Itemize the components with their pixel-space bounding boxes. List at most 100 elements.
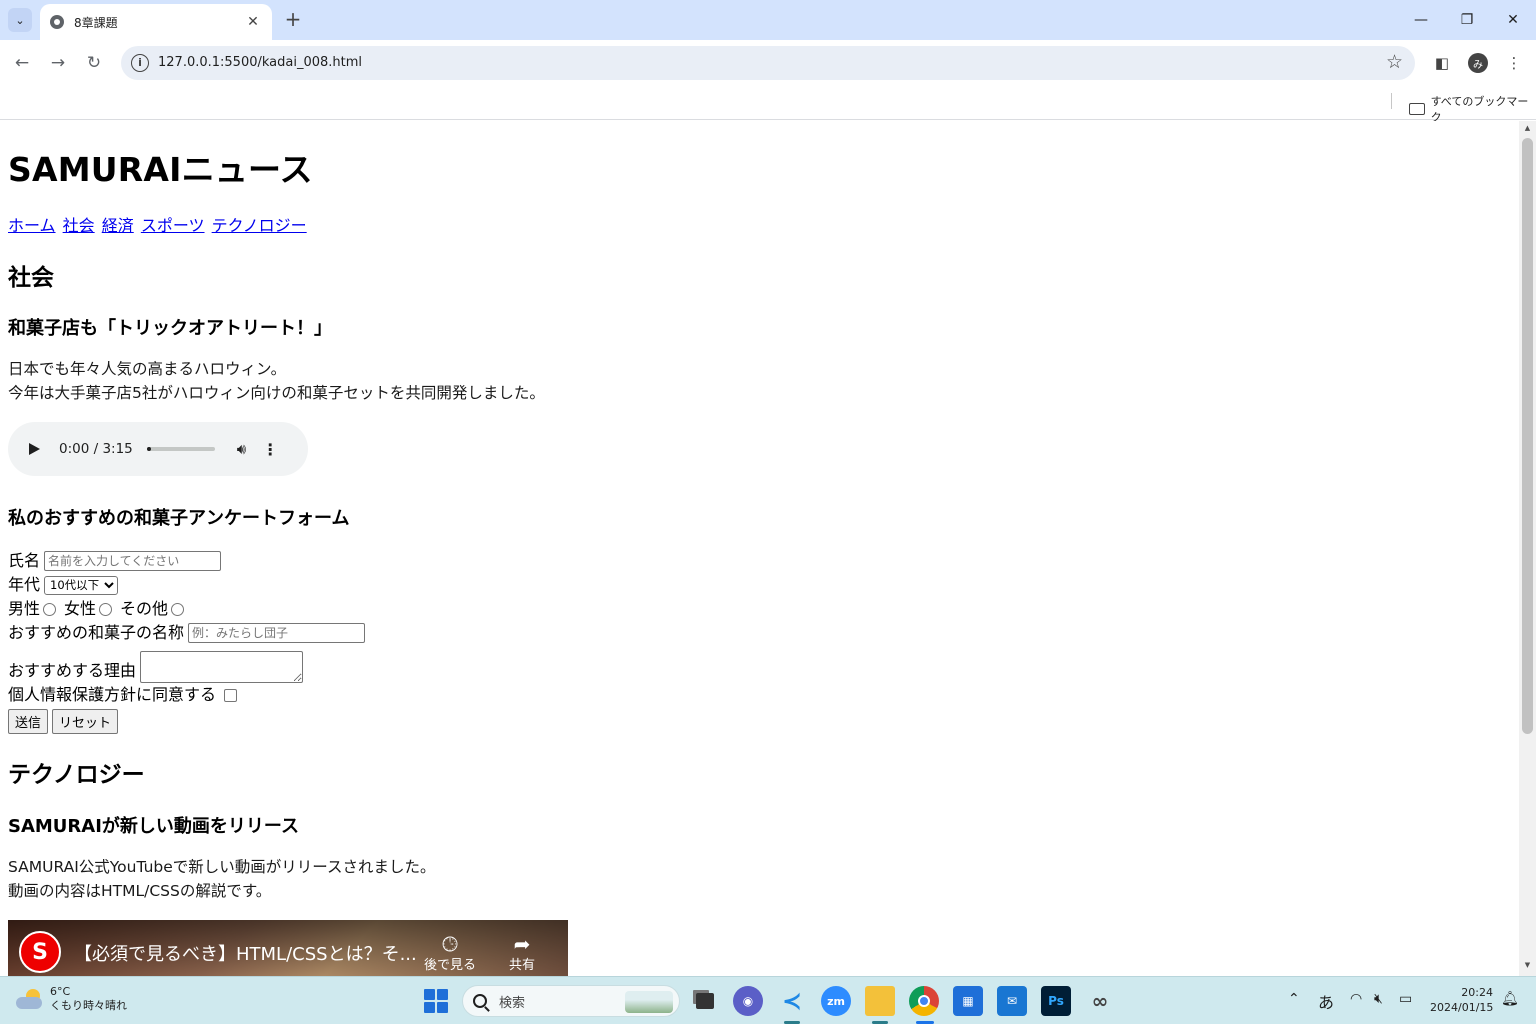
- folder-icon: [1409, 103, 1425, 115]
- chrome-icon[interactable]: [909, 986, 939, 1016]
- share-arrow-icon: ➦: [513, 932, 531, 956]
- weather-widget[interactable]: 6°C くもり時々晴れ: [16, 985, 127, 1013]
- battery-icon[interactable]: ▭: [1399, 991, 1412, 1007]
- restore-icon[interactable]: ❐: [1444, 0, 1490, 40]
- wagashi-label: おすすめの和菓子の名称: [8, 623, 185, 642]
- zoom-icon[interactable]: zm: [821, 986, 851, 1016]
- profile-avatar[interactable]: み: [1466, 51, 1490, 75]
- society-body-line1: 日本でも年々人気の高まるハロウィン。: [8, 360, 287, 378]
- side-panel-icon[interactable]: ◧: [1430, 51, 1454, 75]
- notification-bell-icon[interactable]: 🔔︎: [1501, 991, 1519, 1007]
- speaker-muted-icon[interactable]: 🔇︎: [1374, 991, 1383, 1007]
- watch-later-button[interactable]: 🕒︎ 後で見る: [420, 932, 480, 973]
- play-icon[interactable]: [29, 443, 40, 455]
- taskbar-search-label: 検索: [499, 995, 526, 1011]
- gender-row: 男性 女性 その他: [8, 597, 365, 621]
- url-text[interactable]: 127.0.0.1:5500/kadai_008.html: [158, 55, 362, 70]
- address-bar[interactable]: i 127.0.0.1:5500/kadai_008.html ☆: [121, 46, 1415, 80]
- form-title: 私のおすすめの和菓子アンケートフォーム: [8, 508, 350, 529]
- globe-icon: [50, 15, 64, 29]
- taskbar-search[interactable]: 検索: [462, 985, 680, 1017]
- channel-logo-icon[interactable]: S: [19, 931, 61, 973]
- weather-text: 6°C くもり時々晴れ: [50, 985, 127, 1013]
- forward-icon[interactable]: →: [46, 51, 70, 75]
- gender-male-label: 男性: [8, 599, 41, 618]
- clock-icon: 🕒︎: [442, 932, 458, 956]
- page-scrollbar[interactable]: ▲ ▼: [1519, 121, 1536, 976]
- reason-textarea[interactable]: [140, 651, 304, 683]
- reload-icon[interactable]: ↻: [82, 51, 106, 75]
- survey-form: 氏名 年代 10代以下 男性 女性 その他 おすすめの和菓子の名称 おすすめする…: [8, 549, 366, 734]
- photoshop-icon[interactable]: Ps: [1041, 986, 1071, 1016]
- wifi-icon[interactable]: ◠: [1350, 991, 1362, 1007]
- show-hidden-icons-chevron-icon[interactable]: ⌃: [1288, 991, 1300, 1007]
- start-button[interactable]: [424, 989, 448, 1013]
- privacy-label: 個人情報保護方針に同意する: [8, 685, 217, 704]
- name-input[interactable]: [44, 551, 222, 571]
- youtube-embed[interactable]: S 【必須で見るべき】HTML/CSSとは？そ... 🕒︎ 後で見る ➦ 共有: [8, 920, 568, 976]
- society-heading: 社会: [8, 265, 54, 291]
- gender-female-label: 女性: [64, 599, 97, 618]
- main-nav: ホーム 社会 経済 スポーツ テクノロジー: [8, 212, 309, 236]
- submit-button[interactable]: 送信: [8, 709, 49, 734]
- scroll-thumb[interactable]: [1522, 138, 1533, 734]
- audio-progress-fill: [146, 447, 151, 451]
- society-article-title: 和菓子店も「トリックオアトリート！」: [8, 318, 332, 339]
- age-select[interactable]: 10代以下: [44, 575, 119, 595]
- vscode-icon[interactable]: ≺: [777, 986, 807, 1016]
- ime-indicator[interactable]: あ: [1318, 989, 1334, 1013]
- gender-other-radio[interactable]: [171, 602, 185, 616]
- name-row: 氏名: [8, 549, 365, 573]
- privacy-row: 個人情報保護方針に同意する: [8, 683, 365, 707]
- temperature: 6°C: [50, 985, 71, 998]
- close-icon[interactable]: ✕: [244, 14, 262, 30]
- age-label: 年代: [8, 575, 41, 594]
- scroll-up-icon[interactable]: ▲: [1519, 124, 1536, 139]
- back-icon[interactable]: ←: [10, 51, 34, 75]
- clock[interactable]: 20:24 2024/01/15: [1430, 985, 1493, 1015]
- bookmark-star-icon[interactable]: ☆: [1386, 51, 1403, 73]
- nav-economy-link[interactable]: 経済: [102, 216, 134, 235]
- reset-button[interactable]: リセット: [52, 709, 119, 734]
- clock-date: 2024/01/15: [1430, 1001, 1494, 1014]
- scroll-down-icon[interactable]: ▼: [1519, 961, 1536, 976]
- form-buttons: 送信 リセット: [8, 709, 365, 734]
- audio-more-icon[interactable]: ⋮: [262, 440, 278, 459]
- nav-technology-link[interactable]: テクノロジー: [212, 216, 307, 235]
- file-explorer-icon[interactable]: [865, 986, 895, 1016]
- site-info-icon[interactable]: i: [131, 54, 149, 72]
- bookmarks-bar: すべてのブックマーク: [0, 86, 1536, 124]
- search-icon: [473, 994, 487, 1008]
- watch-later-label: 後で見る: [423, 958, 476, 973]
- share-button[interactable]: ➦ 共有: [492, 932, 552, 973]
- privacy-checkbox[interactable]: [224, 688, 238, 702]
- video-title[interactable]: 【必須で見るべき】HTML/CSSとは？そ...: [74, 940, 417, 966]
- menu-kebab-icon[interactable]: ⋮: [1502, 51, 1526, 75]
- volume-icon[interactable]: 🔊︎: [237, 440, 246, 458]
- minimize-icon[interactable]: —: [1398, 0, 1444, 40]
- tab-strip: ⌄ 8章課題 ✕ + — ❐ ✕: [0, 0, 1536, 40]
- task-view-icon[interactable]: [690, 986, 720, 1016]
- tab-search-chevron-icon[interactable]: ⌄: [8, 8, 32, 32]
- browser-toolbar: ← → ↻ i 127.0.0.1:5500/kadai_008.html ☆ …: [0, 40, 1536, 86]
- creative-cloud-icon[interactable]: ∞: [1085, 986, 1115, 1016]
- audio-player: 0:00 / 3:15 🔊︎ ⋮: [8, 422, 308, 476]
- window-close-icon[interactable]: ✕: [1490, 0, 1536, 40]
- gender-male-radio[interactable]: [43, 602, 57, 616]
- nav-society-link[interactable]: 社会: [63, 216, 95, 235]
- gender-female-radio[interactable]: [99, 602, 113, 616]
- page-viewport: SAMURAIニュース ホーム 社会 経済 スポーツ テクノロジー 社会 和菓子…: [0, 121, 1519, 976]
- audio-seek-slider[interactable]: [146, 447, 215, 451]
- tech-body-line1: SAMURAI公式YouTubeで新しい動画がリリースされました。: [8, 858, 436, 876]
- name-label: 氏名: [8, 551, 41, 570]
- new-tab-button[interactable]: +: [282, 9, 304, 31]
- wagashi-input[interactable]: [188, 623, 366, 643]
- tech-body-line2: 動画の内容はHTML/CSSの解説です。: [8, 882, 272, 900]
- store-icon[interactable]: ▦: [953, 986, 983, 1016]
- nav-sports-link[interactable]: スポーツ: [141, 216, 205, 235]
- taskbar: 6°C くもり時々晴れ 検索 ◉ ≺ zm ▦ ✉ Ps ∞ ⌃ あ ◠ 🔇︎ …: [0, 976, 1536, 1024]
- nav-home-link[interactable]: ホーム: [8, 216, 56, 235]
- mail-icon[interactable]: ✉: [997, 986, 1027, 1016]
- browser-tab[interactable]: 8章課題 ✕: [40, 4, 272, 40]
- chat-icon[interactable]: ◉: [733, 986, 763, 1016]
